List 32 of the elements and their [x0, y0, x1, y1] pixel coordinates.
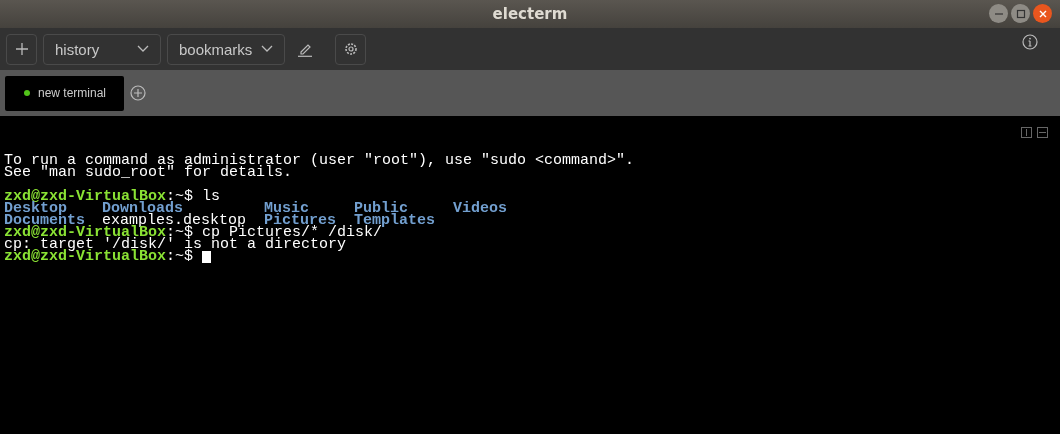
- terminal-output: See "man sudo_root" for details.: [4, 167, 293, 179]
- terminal-screen[interactable]: [0, 118, 1060, 434]
- maximize-icon: [1015, 8, 1026, 19]
- settings-button[interactable]: [335, 33, 366, 65]
- info-icon[interactable]: [1022, 34, 1038, 50]
- caret-icon: [137, 45, 149, 53]
- history-dropdown[interactable]: history: [43, 33, 161, 65]
- terminal-prompt: zxd@zxd-VirtualBox: [4, 227, 167, 239]
- split-horizontal-icon[interactable]: [1037, 127, 1048, 138]
- terminal-output: :~$: [166, 251, 194, 263]
- caret-icon: [261, 45, 273, 53]
- bookmarks-dropdown[interactable]: bookmarks: [167, 33, 285, 65]
- terminal-prompt: zxd@zxd-VirtualBox: [4, 251, 167, 263]
- terminal-output: Templates: [354, 215, 436, 227]
- terminal-output: Videos: [453, 203, 508, 215]
- gear-icon: [343, 42, 358, 56]
- window-title: electerm: [492, 5, 568, 23]
- terminal-prompt: zxd@zxd-VirtualBox: [4, 191, 167, 203]
- add-tab-icon[interactable]: [130, 85, 146, 101]
- terminal-output: Desktop: [4, 203, 67, 215]
- minimize-button[interactable]: [989, 4, 1008, 23]
- terminal-output: Music: [264, 203, 309, 215]
- close-button[interactable]: [1033, 4, 1052, 23]
- add-button[interactable]: [6, 33, 37, 65]
- terminal-tab[interactable]: new terminal: [5, 75, 124, 111]
- terminal-output: To run a command as administrator (user "root"), use "sudo <command>".: [4, 155, 635, 167]
- close-icon: [1037, 8, 1048, 19]
- plus-icon: [14, 42, 29, 56]
- maximize-button[interactable]: [1011, 4, 1030, 23]
- terminal-output: Public: [354, 203, 408, 215]
- terminal-output: examples.desktop: [102, 215, 247, 227]
- split-icon[interactable]: [1021, 127, 1032, 138]
